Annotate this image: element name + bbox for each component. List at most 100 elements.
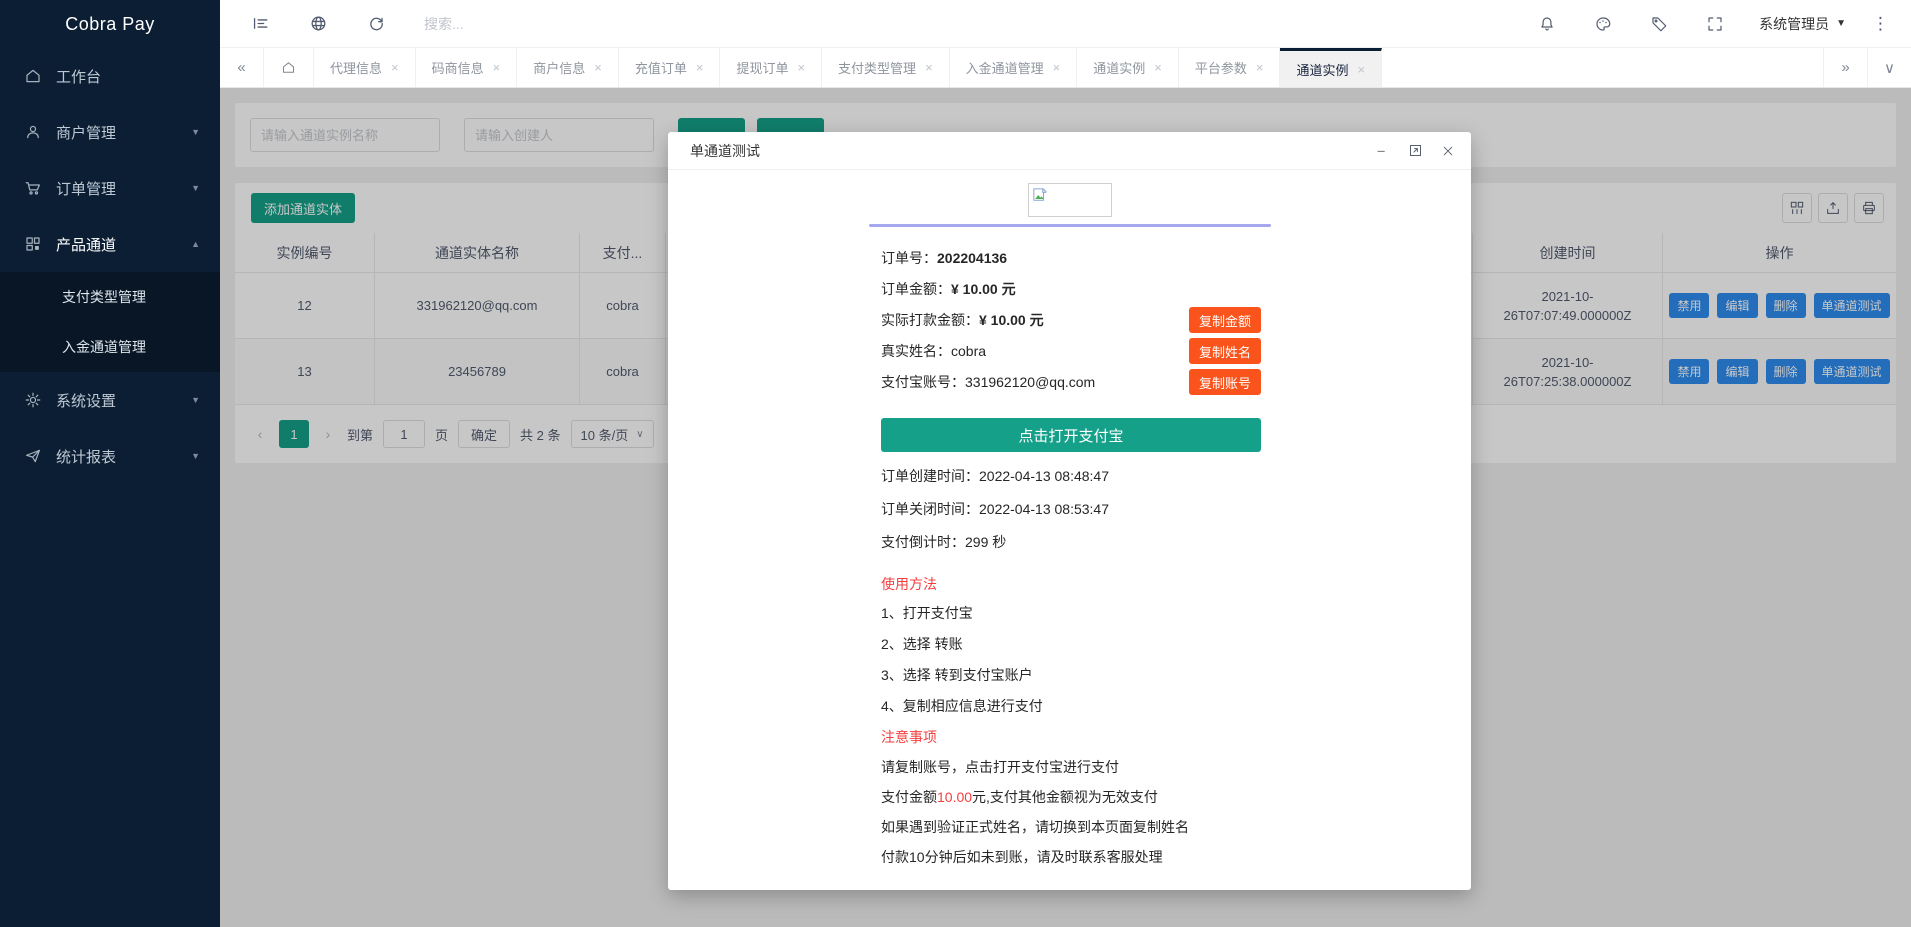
sidebar-item-workbench[interactable]: 工作台 (0, 48, 220, 104)
tab-close-icon[interactable]: × (1358, 62, 1366, 77)
tabbar-right-controls: » ∨ (1823, 48, 1911, 87)
tab-channel-instance-active[interactable]: 通道实例 × (1280, 48, 1382, 87)
copy-amount-button[interactable]: 复制金额 (1189, 307, 1261, 333)
pay-countdown-label: 支付倒计时： (881, 534, 965, 550)
tab-merchant-info[interactable]: 商户信息 × (517, 48, 619, 87)
usage-step: 3、选择 转到支付宝账户 (881, 665, 1273, 685)
content-area: 添加通道实体 实例编号 (220, 88, 1911, 927)
tab-deposit-channel-mgmt[interactable]: 入金通道管理 × (950, 48, 1078, 87)
real-name-row: 真实姓名： cobra 复制姓名 (881, 338, 1261, 364)
sidebar-item-order[interactable]: 订单管理 ▼ (0, 160, 220, 216)
tab-label: 码商信息 (432, 58, 484, 77)
paper-plane-icon (24, 447, 42, 465)
note-amount-red: 10.00 (937, 789, 972, 805)
order-closed-value: 2022-04-13 08:53:47 (979, 501, 1109, 517)
tab-close-icon[interactable]: × (1154, 60, 1162, 75)
tab-close-icon[interactable]: × (493, 60, 501, 75)
tag-icon[interactable] (1649, 14, 1669, 34)
sidebar-item-product-channel[interactable]: 产品通道 ▲ (0, 216, 220, 272)
tab-close-icon[interactable]: × (797, 60, 805, 75)
tabbar: « 代理信息× 码商信息× 商户信息× 充值订单× 提现订单× 支付类型管理× … (220, 48, 1911, 88)
alipay-account-row: 支付宝账号： 331962120@qq.com 复制账号 (881, 369, 1261, 395)
tab-agent-info[interactable]: 代理信息× (314, 48, 416, 87)
home-tab[interactable] (264, 48, 314, 87)
menu-collapse-icon[interactable] (250, 14, 270, 34)
order-created-line: 订单创建时间：2022-04-13 08:48:47 (881, 466, 1273, 486)
tab-label: 充值订单 (635, 58, 687, 77)
actual-amount-label: 实际打款金额： (881, 310, 979, 330)
order-amount-row: 订单金额： ¥ 10.00 元 (881, 276, 1261, 302)
user-menu[interactable]: 系统管理员 ▼ (1759, 14, 1846, 34)
sidebar-item-system-settings[interactable]: 系统设置 ▼ (0, 372, 220, 428)
palette-icon[interactable] (1593, 14, 1613, 34)
maximize-icon[interactable] (1406, 142, 1424, 160)
note-line: 付款10分钟后如未到账，请及时联系客服处理 (881, 847, 1273, 867)
notes-title: 注意事项 (881, 727, 1273, 747)
caret-down-icon: ▼ (1836, 18, 1846, 29)
note-amount-suffix: 元,支付其他金额视为无效支付 (972, 789, 1158, 805)
tab-code-merchant-info[interactable]: 码商信息 × (416, 48, 518, 87)
sidebar-item-label: 产品通道 (56, 234, 116, 255)
sidebar-item-stats-report[interactable]: 统计报表 ▼ (0, 428, 220, 484)
modal-header: 单通道测试 (668, 132, 1471, 170)
tab-label: 商户信息 (533, 58, 585, 77)
close-icon[interactable] (1439, 142, 1457, 160)
grid-icon (24, 235, 42, 253)
modal-body: 订单号： 202204136 订单金额： ¥ 10.00 元 实际打款金额： ¥… (668, 170, 1471, 890)
chevron-down-icon: ▼ (191, 127, 200, 137)
tab-close-icon[interactable]: × (696, 60, 704, 75)
gear-icon (24, 391, 42, 409)
refresh-icon[interactable] (366, 14, 386, 34)
home-icon (281, 60, 296, 75)
open-alipay-button[interactable]: 点击打开支付宝 (881, 418, 1261, 452)
usage-step: 1、打开支付宝 (881, 603, 1273, 623)
sidebar-item-deposit-channel-mgmt[interactable]: 入金通道管理 (0, 322, 220, 372)
sidebar-item-label: 订单管理 (56, 178, 116, 199)
sidebar-subitem-label: 支付类型管理 (62, 287, 146, 307)
tab-close-icon[interactable]: × (1256, 60, 1264, 75)
chevron-down-icon: ▼ (191, 395, 200, 405)
minimize-icon[interactable] (1373, 142, 1391, 160)
tab-close-icon[interactable]: × (594, 60, 602, 75)
copy-name-button[interactable]: 复制姓名 (1189, 338, 1261, 364)
kebab-menu-icon[interactable]: ⋮ (1872, 14, 1889, 34)
order-no-label: 订单号： (881, 248, 937, 268)
actual-amount-value: ¥ 10.00 元 (979, 310, 1044, 330)
sidebar-item-merchant[interactable]: 商户管理 ▼ (0, 104, 220, 160)
sidebar-item-pay-type-mgmt[interactable]: 支付类型管理 (0, 272, 220, 322)
tab-close-icon[interactable]: × (391, 60, 399, 75)
tab-close-icon[interactable]: × (1053, 60, 1061, 75)
tab-close-icon[interactable]: × (925, 60, 933, 75)
pay-countdown-value: 299 秒 (965, 534, 1006, 550)
usage-title: 使用方法 (881, 574, 1273, 594)
user-icon (24, 123, 42, 141)
modal-window-controls (1373, 142, 1457, 160)
tab-platform-params[interactable]: 平台参数 × (1179, 48, 1281, 87)
tab-label: 提现订单 (736, 58, 788, 77)
order-no-row: 订单号： 202204136 (881, 245, 1261, 271)
user-name: 系统管理员 (1759, 14, 1829, 34)
forward-tabs-icon[interactable]: » (1823, 48, 1867, 87)
order-created-value: 2022-04-13 08:48:47 (979, 468, 1109, 484)
cart-icon (24, 179, 42, 197)
sidebar-item-label: 系统设置 (56, 390, 116, 411)
fullscreen-icon[interactable] (1705, 14, 1725, 34)
real-name-value: cobra (951, 343, 986, 359)
search-input[interactable] (424, 16, 644, 32)
tab-channel-instance-1[interactable]: 通道实例× (1077, 48, 1179, 87)
tab-withdraw-orders[interactable]: 提现订单 × (720, 48, 822, 87)
sidebar-item-label: 商户管理 (56, 122, 116, 143)
tab-pay-type-mgmt[interactable]: 支付类型管理× (822, 48, 950, 87)
real-name-label: 真实姓名： (881, 341, 951, 361)
sidebar-submenu-product-channel: 支付类型管理 入金通道管理 (0, 272, 220, 372)
bell-icon[interactable] (1537, 14, 1557, 34)
globe-icon[interactable] (308, 14, 328, 34)
broken-image-placeholder (1028, 183, 1112, 217)
tab-recharge-orders[interactable]: 充值订单 × (619, 48, 721, 87)
tab-label: 入金通道管理 (966, 58, 1044, 77)
copy-account-button[interactable]: 复制账号 (1189, 369, 1261, 395)
tab-list-dropdown-icon[interactable]: ∨ (1867, 48, 1911, 87)
tab-label: 通道实例 (1296, 60, 1348, 79)
collapse-tabs-icon[interactable]: « (220, 48, 264, 87)
tab-label: 平台参数 (1195, 58, 1247, 77)
